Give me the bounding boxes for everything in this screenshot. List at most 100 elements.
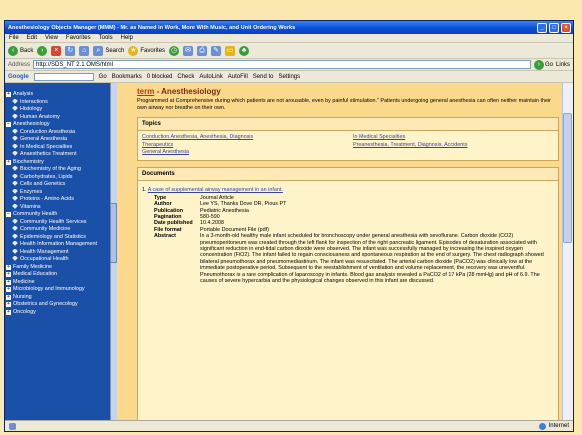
history-button[interactable]: ◷ bbox=[169, 45, 180, 56]
check-button[interactable]: Check bbox=[177, 74, 194, 80]
google-go-button[interactable]: Go bbox=[99, 74, 107, 80]
home-button[interactable]: ⌂ bbox=[79, 45, 90, 56]
folder-button[interactable]: ▭ bbox=[225, 45, 236, 56]
expand-icon[interactable]: + bbox=[6, 279, 11, 285]
sidebar-item[interactable]: Health Management bbox=[5, 248, 109, 257]
sidebar-item[interactable]: Cells and Genetics bbox=[5, 181, 109, 189]
menu-help[interactable]: Help bbox=[121, 35, 133, 41]
menu-file[interactable]: File bbox=[9, 35, 19, 41]
sidebar-item[interactable]: + Obstetrics and Gynecology bbox=[5, 301, 109, 309]
minimize-button[interactable]: _ bbox=[537, 22, 547, 33]
messenger-button[interactable]: ♣ bbox=[239, 45, 250, 56]
sidebar-item[interactable]: General Anesthesia bbox=[5, 136, 109, 144]
sidebar-item[interactable]: Human Anatomy bbox=[5, 113, 109, 122]
sidebar-item[interactable]: + Medical Education bbox=[5, 271, 109, 279]
expand-icon[interactable]: + bbox=[6, 92, 11, 97]
sidebar-item[interactable]: + Microbiology and Immunology bbox=[5, 286, 109, 294]
sidebar-item[interactable]: Carbohydrates, Lipids bbox=[5, 173, 109, 182]
security-zone: Internet bbox=[538, 422, 569, 430]
expand-icon[interactable]: + bbox=[6, 302, 11, 307]
expand-icon[interactable]: + bbox=[6, 309, 11, 315]
stop-button[interactable]: × bbox=[51, 45, 62, 56]
edit-button[interactable]: ✎ bbox=[211, 45, 222, 56]
back-button[interactable]: ‹ Back bbox=[8, 45, 33, 56]
google-toolbar: Google Go Bookmarks 0 blocked Check Auto… bbox=[5, 71, 573, 83]
address-input[interactable]: http://SDS_NT 2.1 OMS/html bbox=[33, 60, 531, 69]
menu-view[interactable]: View bbox=[45, 35, 58, 41]
popup-blocked-button[interactable]: 0 blocked bbox=[147, 74, 173, 80]
links-label[interactable]: Links bbox=[556, 62, 570, 68]
go-button[interactable]: › Go bbox=[533, 59, 553, 70]
sidebar-item[interactable]: + Medicine bbox=[5, 279, 109, 287]
forward-button[interactable]: › bbox=[37, 45, 48, 56]
sidebar-item[interactable]: Vitamins bbox=[5, 203, 109, 212]
sidebar-item-label: Carbohydrates, Lipids bbox=[20, 173, 73, 180]
sidebar-item[interactable]: − Community Health bbox=[5, 211, 109, 219]
sidebar-item[interactable]: Community Health Services bbox=[5, 218, 109, 227]
sidebar-item[interactable]: + Analysis bbox=[5, 91, 109, 99]
refresh-button[interactable]: ↻ bbox=[65, 45, 76, 56]
send-to-button[interactable]: Send to bbox=[253, 74, 274, 80]
sidebar-item[interactable]: + Oncology bbox=[5, 309, 109, 317]
expand-icon[interactable]: + bbox=[6, 272, 11, 277]
sidebar-item[interactable]: − Anesthesiology bbox=[5, 121, 109, 129]
topic-link[interactable]: Therapeutics bbox=[142, 142, 343, 149]
google-settings-button[interactable]: Settings bbox=[278, 74, 300, 80]
sidebar-item[interactable]: Conduction Anesthesia bbox=[5, 128, 109, 137]
term-link[interactable]: term bbox=[137, 87, 154, 96]
bullet-icon bbox=[12, 233, 18, 239]
sidebar-item[interactable]: Biochemistry of the Aging bbox=[5, 166, 109, 174]
stop-icon: × bbox=[51, 45, 62, 56]
document-title-link[interactable]: A case of supplemental airway management… bbox=[148, 187, 283, 193]
autolink-button[interactable]: AutoLink bbox=[199, 74, 222, 80]
topic-link[interactable]: Preanesthesia, Treatment, Diagnosis, Acc… bbox=[353, 142, 554, 149]
autofill-button[interactable]: AutoFill bbox=[228, 74, 248, 80]
mail-icon: ✉ bbox=[183, 45, 194, 56]
sidebar-item[interactable]: + Biochemistry bbox=[5, 159, 109, 167]
sidebar-item[interactable]: Epidemiology and Statistics bbox=[5, 233, 109, 242]
menu-edit[interactable]: Edit bbox=[27, 35, 37, 41]
sidebar-item-label: Enzymes bbox=[20, 188, 43, 195]
sidebar-item[interactable]: + Nursing bbox=[5, 294, 109, 302]
topic-link[interactable] bbox=[353, 149, 554, 156]
bookmarks-button[interactable]: Bookmarks bbox=[112, 74, 142, 80]
menu-tools[interactable]: Tools bbox=[99, 35, 113, 41]
sidebar-scrollbar[interactable] bbox=[110, 83, 117, 421]
print-button[interactable]: ⎙ bbox=[197, 45, 208, 56]
sidebar-item[interactable]: Community Medicine bbox=[5, 226, 109, 234]
main-scrollbar[interactable] bbox=[562, 83, 573, 421]
sidebar-item-label: Microbiology and Immunology bbox=[13, 286, 85, 292]
topics-header: Topics bbox=[138, 118, 558, 132]
search-button[interactable]: ⌕ Search bbox=[93, 45, 124, 56]
sidebar-item[interactable]: Interactions bbox=[5, 98, 109, 107]
topic-link[interactable]: General Anesthesia bbox=[142, 149, 343, 156]
close-button[interactable]: × bbox=[561, 22, 571, 33]
favorites-button[interactable]: ★ Favorites bbox=[128, 45, 165, 56]
sidebar-item[interactable]: Proteins - Amino Acids bbox=[5, 196, 109, 204]
menu-favorites[interactable]: Favorites bbox=[66, 35, 91, 41]
topic-link[interactable]: In Medical Specialties bbox=[353, 134, 554, 141]
sidebar-item[interactable]: Histology bbox=[5, 106, 109, 114]
main-scroll-thumb[interactable] bbox=[563, 113, 572, 243]
sidebar-item[interactable]: Health Information Management bbox=[5, 241, 109, 249]
mail-button[interactable]: ✉ bbox=[183, 45, 194, 56]
sidebar-item-label: Community Medicine bbox=[20, 226, 71, 232]
sidebar-item[interactable]: + Family Medicine bbox=[5, 264, 109, 272]
expand-icon[interactable]: + bbox=[6, 287, 11, 292]
maximize-button[interactable]: □ bbox=[549, 22, 559, 33]
sidebar-item[interactable]: Enzymes bbox=[5, 188, 109, 197]
sidebar-item[interactable]: Anaesthetics Treatment bbox=[5, 151, 109, 159]
collapse-icon[interactable]: − bbox=[6, 122, 11, 127]
expand-icon[interactable]: + bbox=[6, 264, 11, 270]
sidebar-item[interactable]: Occupational Health bbox=[5, 256, 109, 264]
collapse-icon[interactable]: − bbox=[6, 212, 11, 217]
expand-icon[interactable]: + bbox=[6, 159, 11, 165]
sidebar-item[interactable]: In Medical Specialties bbox=[5, 143, 109, 152]
sidebar-scroll-thumb[interactable] bbox=[110, 203, 117, 263]
documents-list: 1. A case of supplemental airway managem… bbox=[138, 181, 558, 421]
edit-icon: ✎ bbox=[211, 45, 222, 56]
folder-icon: ▭ bbox=[225, 45, 236, 56]
google-search-input[interactable] bbox=[33, 72, 94, 81]
expand-icon[interactable]: + bbox=[6, 294, 11, 300]
topic-link[interactable]: Conduction Anesthesia, Anesthesia, Diagn… bbox=[142, 134, 343, 141]
